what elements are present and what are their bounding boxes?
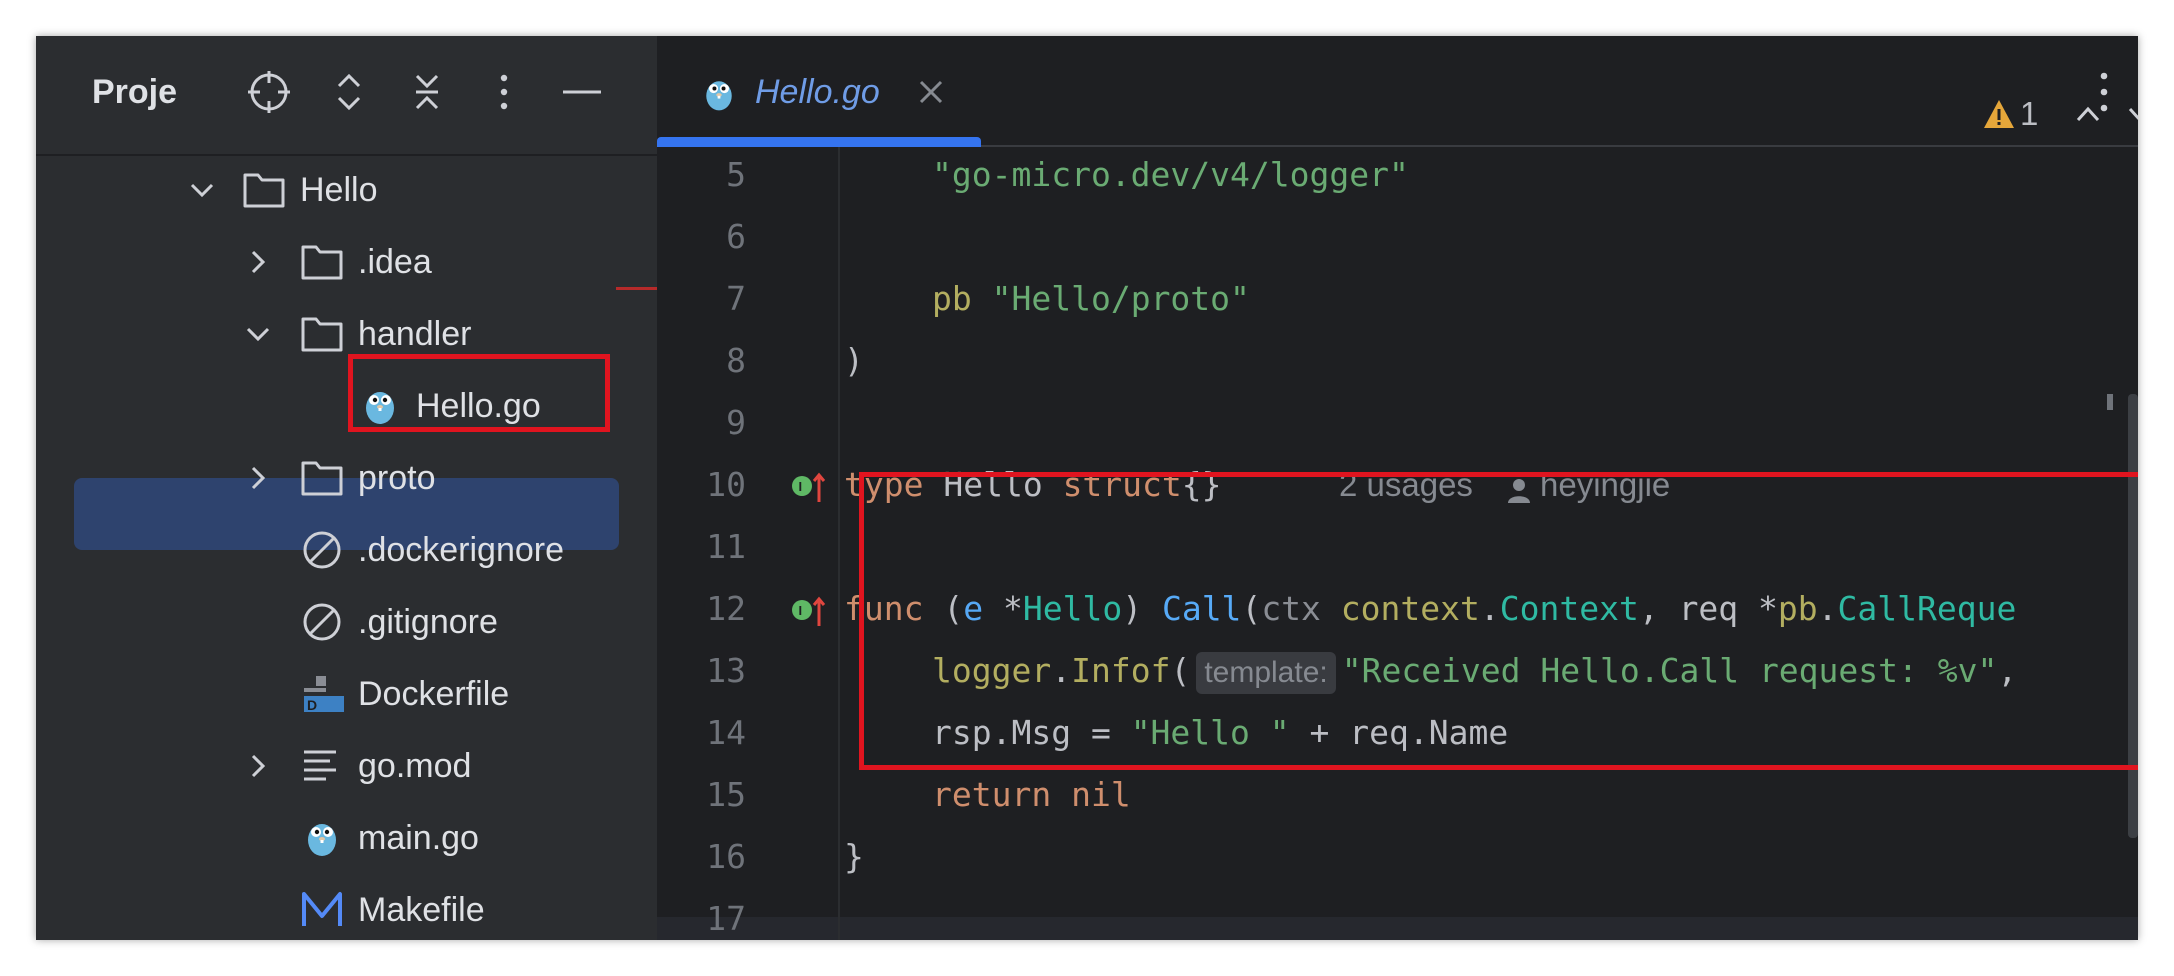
- tree-item-main-go[interactable]: main.go: [36, 802, 657, 874]
- code-line: 16 }: [657, 827, 2138, 889]
- tree-item-label: proto: [358, 459, 436, 497]
- project-tree[interactable]: Hello .idea handler Hello.go proto .dock…: [36, 154, 657, 940]
- code-line: 6: [657, 207, 2138, 269]
- tree-item-label: main.go: [358, 819, 479, 857]
- project-panel-title[interactable]: Proje: [92, 70, 216, 114]
- ide-window: Proje Hello .idea handler Hello.go proto…: [36, 36, 2138, 940]
- code-text: return nil: [932, 773, 1131, 817]
- tree-item-dockerignore[interactable]: .dockerignore: [36, 514, 657, 586]
- line-number: 7: [726, 279, 746, 318]
- line-number: 16: [706, 837, 746, 876]
- close-icon[interactable]: [915, 76, 947, 108]
- warning-count: 1: [2020, 95, 2039, 132]
- string-literal: "Hello/proto": [991, 279, 1250, 318]
- chevron-right-icon[interactable]: [242, 246, 274, 278]
- tree-item-gitignore[interactable]: .gitignore: [36, 586, 657, 658]
- package-alias: pb: [932, 279, 972, 318]
- next-highlight-icon[interactable]: [2126, 102, 2138, 126]
- line-number: 5: [726, 155, 746, 194]
- line-number: 9: [726, 403, 746, 442]
- line-number: 13: [706, 651, 746, 690]
- annotation-highlight-box: [348, 354, 610, 432]
- more-vertical-icon[interactable]: [481, 69, 527, 115]
- project-header: Proje: [36, 36, 657, 154]
- code-text: "go-micro.dev/v4/logger": [932, 153, 1409, 197]
- folder-icon: [300, 314, 344, 354]
- svg-text:I: I: [799, 603, 803, 618]
- code-line: 17: [657, 889, 2138, 940]
- line-number: 11: [706, 527, 746, 566]
- tree-item-label: go.mod: [358, 747, 472, 785]
- expand-all-icon[interactable]: [326, 69, 372, 115]
- tree-item-label: Makefile: [358, 891, 485, 929]
- crosshair-icon[interactable]: [246, 69, 292, 115]
- line-number: 17: [706, 899, 746, 938]
- gopher-icon: [699, 72, 739, 116]
- editor-tab-bar: Hello.go: [657, 36, 2138, 147]
- tab-label: Hello.go: [755, 73, 880, 111]
- folder-icon: [242, 170, 286, 210]
- line-number: 6: [726, 217, 746, 256]
- string-literal: "go-micro.dev/v4/logger": [932, 155, 1409, 194]
- chevron-right-icon[interactable]: [242, 750, 274, 782]
- keyword: nil: [1051, 775, 1131, 814]
- svg-text:I: I: [799, 479, 803, 494]
- line-number: 12: [706, 589, 746, 628]
- svg-text:D: D: [307, 697, 317, 713]
- chevron-down-icon[interactable]: [242, 318, 274, 350]
- tree-item-proto[interactable]: proto: [36, 442, 657, 514]
- code-text: }: [844, 837, 864, 876]
- active-tab-indicator: [657, 137, 981, 147]
- text-file-icon: [300, 746, 344, 786]
- collapse-all-icon[interactable]: [404, 69, 450, 115]
- ignore-file-icon: [300, 602, 344, 642]
- tree-item-makefile[interactable]: Makefile: [36, 874, 657, 940]
- code-line: 5 "go-micro.dev/v4/logger": [657, 147, 2138, 207]
- scrollbar-marker: [2107, 394, 2113, 410]
- folder-icon: [300, 458, 344, 498]
- code-text: ): [844, 341, 864, 380]
- code-line: 8 ): [657, 331, 2138, 393]
- line-number: 15: [706, 775, 746, 814]
- folder-icon: [300, 242, 344, 282]
- tree-item-label: Hello: [300, 171, 378, 209]
- tree-item-hello[interactable]: Hello: [36, 154, 657, 226]
- gopher-icon: [300, 818, 344, 858]
- keyword: return: [932, 775, 1052, 814]
- tree-item-dockerfile[interactable]: D Dockerfile: [36, 658, 657, 730]
- line-number: 14: [706, 713, 746, 752]
- chevron-right-icon[interactable]: [242, 462, 274, 494]
- editor-tab-hello-go[interactable]: Hello.go: [657, 36, 981, 147]
- tree-item-label: .dockerignore: [358, 531, 565, 569]
- line-number: 10: [706, 465, 746, 504]
- docker-file-icon: D: [300, 674, 344, 714]
- implementation-marker-icon[interactable]: I: [791, 596, 827, 628]
- makefile-icon: [300, 890, 344, 930]
- line-number: 8: [726, 341, 746, 380]
- code-text: pb "Hello/proto": [932, 277, 1250, 321]
- chevron-down-icon[interactable]: [186, 174, 218, 206]
- tree-item-label: handler: [358, 315, 472, 353]
- project-tool-window: Proje Hello .idea handler Hello.go proto…: [36, 36, 657, 940]
- tree-item-label: Dockerfile: [358, 675, 510, 713]
- tree-item-label: .idea: [358, 243, 432, 281]
- previous-highlight-icon[interactable]: [2074, 102, 2102, 126]
- warning-icon[interactable]: [1982, 98, 2016, 130]
- minimize-icon[interactable]: [559, 69, 605, 115]
- tree-item-idea[interactable]: .idea: [36, 226, 657, 298]
- code-line: 9: [657, 393, 2138, 455]
- code-line: 7 pb "Hello/proto": [657, 269, 2138, 331]
- change-marker: [616, 287, 657, 290]
- code-line: 15 return nil: [657, 765, 2138, 827]
- tree-item-go-mod[interactable]: go.mod: [36, 730, 657, 802]
- ignore-file-icon: [300, 530, 344, 570]
- implementation-marker-icon[interactable]: I: [791, 472, 827, 504]
- tree-item-label: .gitignore: [358, 603, 498, 641]
- annotation-highlight-box: [859, 472, 2138, 770]
- inspection-widget[interactable]: 1: [1982, 92, 2138, 136]
